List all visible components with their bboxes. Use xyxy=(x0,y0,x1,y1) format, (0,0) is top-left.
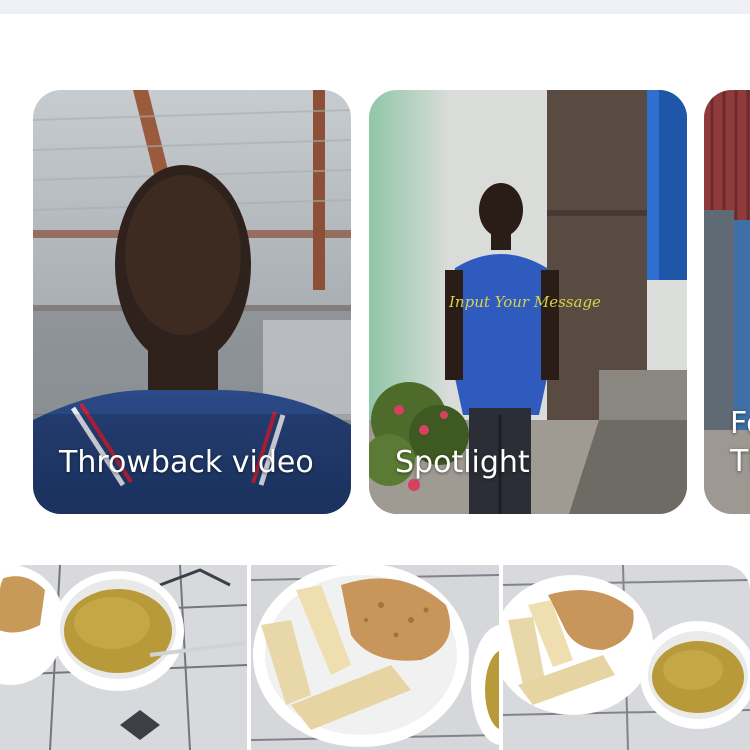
card-label: Spotlight xyxy=(395,445,530,480)
memory-card-throwback-video[interactable]: Throwback video xyxy=(33,90,351,514)
food-photo-icon xyxy=(503,565,750,750)
photo-tile[interactable] xyxy=(251,565,499,750)
memory-card-partial[interactable]: Fo Th xyxy=(704,90,750,514)
photo-tile[interactable] xyxy=(0,565,247,750)
food-photo-icon xyxy=(0,565,247,750)
overlay-message: Input Your Message xyxy=(449,293,601,311)
card-label: Throwback video xyxy=(59,445,314,480)
memories-carousel[interactable]: Throwback video Input Your Message Spotl… xyxy=(0,90,750,515)
food-photo-icon xyxy=(251,565,499,750)
top-bar xyxy=(0,0,750,14)
photo-tile[interactable] xyxy=(503,565,750,750)
memory-card-spotlight[interactable]: Input Your Message Spotlight xyxy=(369,90,687,514)
card-label: Fo Th xyxy=(730,406,750,479)
photo-grid xyxy=(0,565,750,750)
